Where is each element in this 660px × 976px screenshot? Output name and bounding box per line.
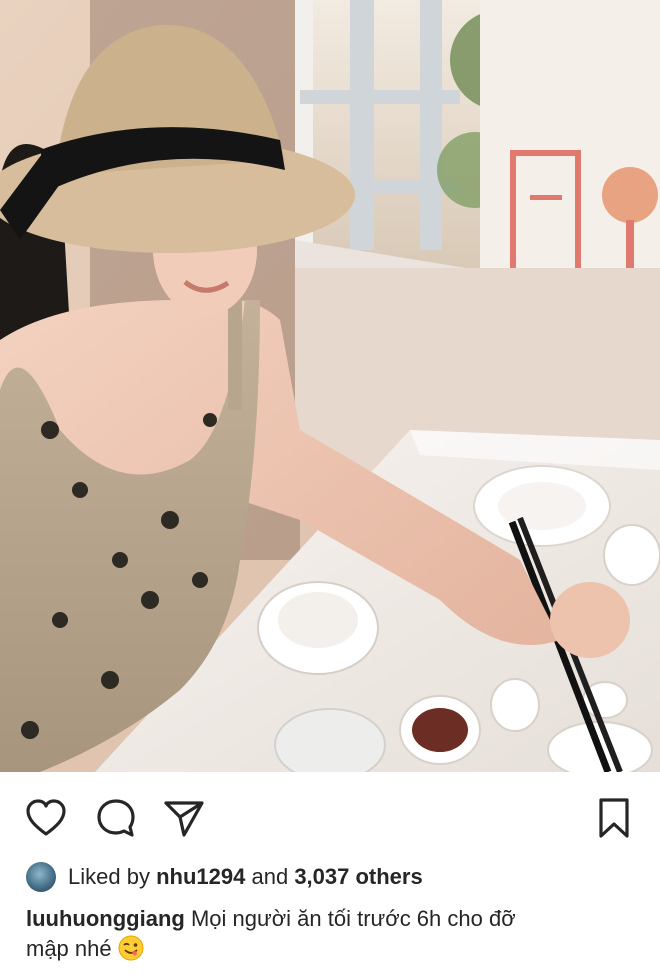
share-button[interactable] [160,794,208,842]
caption-text-line2: mập nhé [26,936,112,961]
photo-illustration [0,0,660,772]
post-caption: luuhuonggiang Mọi người ăn tối trước 6h … [26,904,636,964]
likes-prefix: Liked by [68,864,150,889]
likes-row: Liked by nhu1294 and 3,037 others [26,858,646,896]
heart-icon [25,798,67,838]
likes-middle: and [251,864,289,889]
comment-icon [95,797,137,839]
bookmark-icon [596,796,632,840]
caption-username[interactable]: luuhuonggiang [26,906,185,931]
post-action-bar [0,772,660,858]
liker-avatar[interactable] [26,862,56,892]
winking-face-with-tongue-icon [118,935,144,961]
save-button[interactable] [590,794,638,842]
like-button[interactable] [22,794,70,842]
liker-username[interactable]: nhu1294 [156,864,245,890]
likes-others-link[interactable]: 3,037 others [294,864,422,890]
send-icon [162,797,206,839]
post-photo[interactable] [0,0,660,772]
caption-text-line1: Mọi người ăn tối trước 6h cho đỡ [190,906,516,931]
comment-button[interactable] [92,794,140,842]
